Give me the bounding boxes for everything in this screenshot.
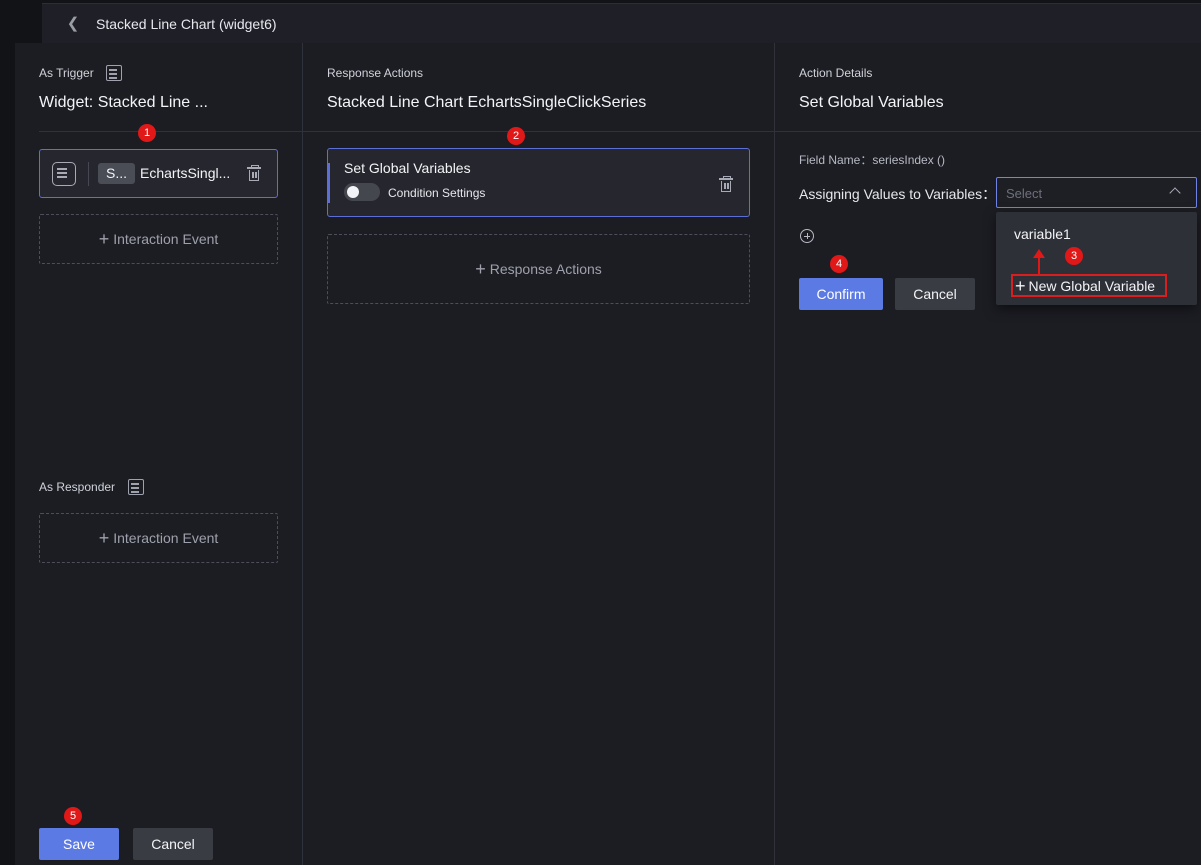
- page-title: Stacked Line Chart (widget6): [96, 16, 277, 32]
- header-divider: [39, 131, 1201, 132]
- condition-toggle[interactable]: [344, 183, 380, 201]
- new-global-variable-button[interactable]: + New Global Variable: [1011, 274, 1167, 297]
- new-global-variable-label: New Global Variable: [1028, 277, 1156, 294]
- details-section-label: Action Details: [799, 66, 873, 80]
- top-bar: ❮ Stacked Line Chart (widget6): [42, 3, 1201, 43]
- column-divider: [302, 43, 303, 865]
- column-divider: [774, 43, 775, 865]
- save-button[interactable]: Save: [39, 828, 119, 860]
- add-interaction-event-button[interactable]: + Interaction Event: [39, 214, 278, 264]
- chevron-up-icon: [1169, 187, 1181, 199]
- add-response-action-button[interactable]: + Response Actions: [327, 234, 750, 304]
- trigger-title: Widget: Stacked Line ...: [39, 94, 208, 111]
- plus-icon: +: [1015, 275, 1026, 296]
- condition-settings-label: Condition Settings: [388, 186, 486, 200]
- plus-icon: +: [98, 528, 110, 548]
- variable-select[interactable]: Select: [996, 177, 1197, 208]
- variable-dropdown: variable1 + New Global Variable: [996, 212, 1197, 305]
- response-section-label: Response Actions: [327, 66, 424, 80]
- field-name-label: Field Name：seriesIndex (): [799, 153, 946, 167]
- footer-cancel-button[interactable]: Cancel: [133, 828, 213, 860]
- confirm-button[interactable]: Confirm: [799, 278, 883, 310]
- add-event-label: Interaction Event: [113, 530, 219, 546]
- event-name: EchartsSingl...: [140, 165, 231, 181]
- annotation-marker-3: 3: [1065, 247, 1083, 265]
- event-badge: S...: [98, 163, 135, 184]
- assign-values-label: Assigning Values to Variables：: [799, 186, 997, 202]
- trigger-event-card[interactable]: S... EchartsSingl...: [39, 149, 278, 198]
- delete-icon[interactable]: [719, 176, 733, 193]
- annotation-arrow: [1033, 249, 1045, 275]
- responder-section-label: As Responder: [39, 480, 116, 494]
- plus-icon: +: [475, 259, 486, 279]
- chevron-left-icon[interactable]: ❮: [64, 14, 82, 32]
- card-divider: [88, 162, 89, 186]
- details-cancel-button[interactable]: Cancel: [895, 278, 975, 310]
- add-event-label: Interaction Event: [113, 231, 219, 247]
- add-circle-icon[interactable]: [800, 229, 814, 243]
- annotation-marker-4: 4: [830, 255, 848, 273]
- response-title: Stacked Line Chart EchartsSingleClickSer…: [327, 94, 647, 111]
- add-responder-event-button[interactable]: + Interaction Event: [39, 513, 278, 563]
- add-action-label: Response Actions: [489, 261, 602, 277]
- details-title: Set Global Variables: [799, 94, 944, 111]
- select-placeholder: Select: [1006, 186, 1043, 201]
- action-card[interactable]: Set Global Variables Condition Settings: [327, 148, 750, 217]
- delete-icon[interactable]: [247, 165, 261, 182]
- annotation-marker-2: 2: [507, 127, 525, 145]
- event-type-icon: [52, 162, 76, 186]
- trigger-section-label: As Trigger: [39, 66, 94, 80]
- annotation-marker-1: 1: [138, 124, 156, 142]
- dropdown-option-variable1[interactable]: variable1: [1014, 226, 1071, 242]
- plus-icon: +: [98, 229, 110, 249]
- action-title: Set Global Variables: [344, 160, 471, 176]
- document-icon[interactable]: [106, 65, 122, 81]
- annotation-marker-5: 5: [64, 807, 82, 825]
- interaction-editor: As Trigger Widget: Stacked Line ... S...…: [15, 43, 1201, 865]
- document-icon[interactable]: [128, 479, 144, 495]
